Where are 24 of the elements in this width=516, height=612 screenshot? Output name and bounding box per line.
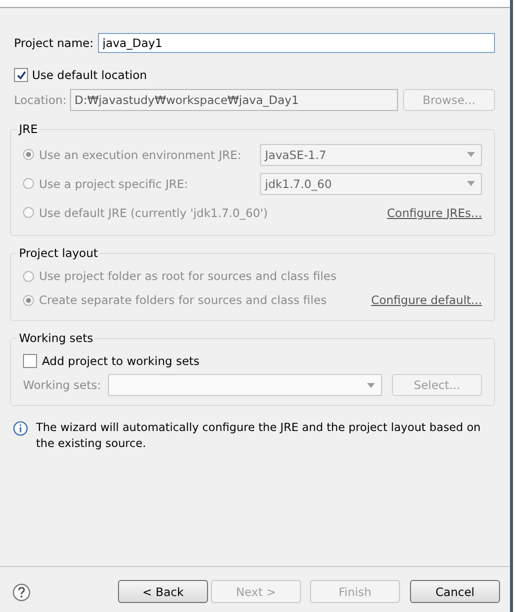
group-title: Working sets <box>18 331 94 345</box>
info-icon <box>13 421 28 436</box>
field-label: Working sets: <box>23 378 102 392</box>
group-title: Project layout <box>18 246 99 260</box>
caret-icon <box>467 181 475 186</box>
field-label: Project name: <box>13 36 94 50</box>
checkbox-label: Add project to working sets <box>42 354 200 368</box>
radio-label: Create separate folders for sources and class files <box>39 293 327 307</box>
radio-label: Use a project specific JRE: <box>39 176 188 190</box>
help-icon[interactable] <box>12 583 31 602</box>
project-name-field[interactable]: java_Day1 <box>98 33 495 53</box>
info-message: The wizard will automatically configure the JRE and the project layout based on the existing source. <box>36 420 482 452</box>
wizard-button[interactable]: Cancel <box>410 580 500 603</box>
caret-icon <box>467 152 475 157</box>
checkbox-label: Use default location <box>32 68 147 82</box>
radio-label: Use an execution environment JRE: <box>39 148 242 162</box>
working-sets-dropdown[interactable] <box>108 374 382 396</box>
radio-label: Use default JRE (currently 'jdk1.7.0_60') <box>39 206 268 220</box>
radio-label: Use project folder as root for sources and class files <box>39 269 336 283</box>
field-label: Location: <box>13 93 67 107</box>
group-title: JRE <box>17 122 39 136</box>
caret-icon <box>367 382 375 388</box>
wizard-button[interactable]: < Back <box>118 580 208 603</box>
checkbox[interactable] <box>14 68 28 82</box>
